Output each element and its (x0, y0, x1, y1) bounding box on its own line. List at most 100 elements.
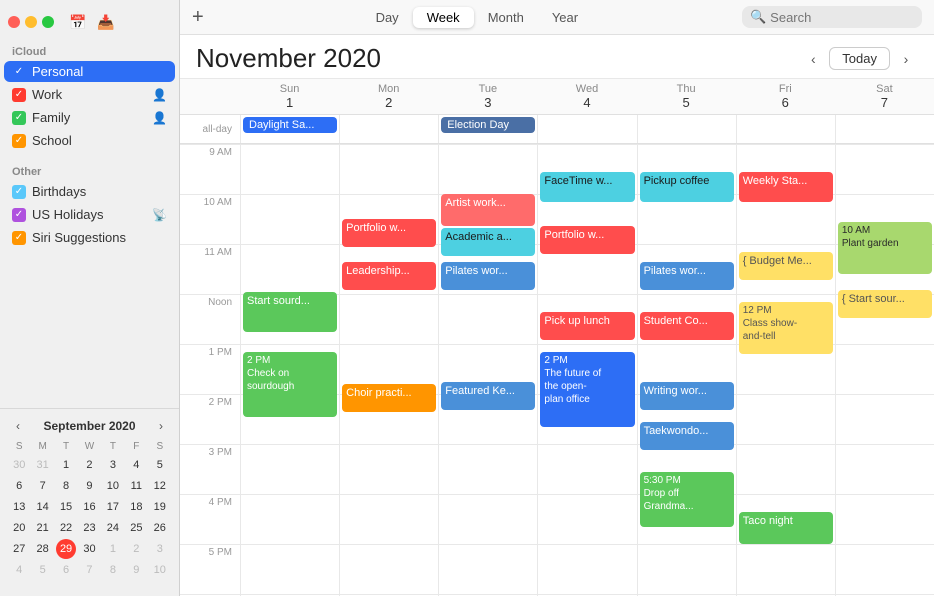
mini-cal-day[interactable]: 9 (79, 476, 99, 496)
mini-cal-day[interactable]: 10 (103, 476, 123, 496)
event-pick-up-lunch[interactable]: Pick up lunch (540, 312, 634, 340)
mini-cal-day[interactable]: 5 (150, 455, 170, 475)
mini-cal-day[interactable]: 12 (150, 476, 170, 496)
event-portfolio-mon[interactable]: Portfolio w... (342, 219, 436, 247)
mini-cal-next[interactable]: › (155, 419, 167, 433)
mini-cal-day[interactable]: 4 (9, 560, 29, 580)
event-start-sour-sat[interactable]: { Start sour... (838, 290, 932, 318)
mini-cal-day[interactable]: 11 (126, 476, 146, 496)
event-plant-garden[interactable]: 10 AMPlant garden (838, 222, 932, 274)
mini-cal-day[interactable]: 18 (126, 497, 146, 517)
search-input[interactable] (770, 10, 914, 25)
event-start-sourdough[interactable]: Start sourd... (243, 292, 337, 332)
event-featured-ke[interactable]: Featured Ke... (441, 382, 535, 410)
mini-cal-day[interactable]: 16 (79, 497, 99, 517)
event-check-sourdough[interactable]: 2 PMCheck onsourdough (243, 352, 337, 417)
sidebar-item-personal[interactable]: ✓ Personal (4, 61, 175, 82)
event-facetime[interactable]: FaceTime w... (540, 172, 634, 202)
mini-cal-day[interactable]: 20 (9, 518, 29, 538)
mini-cal-day[interactable]: 21 (33, 518, 53, 538)
sidebar-item-birthdays[interactable]: ✓ Birthdays (4, 181, 175, 202)
mini-cal-day[interactable]: 14 (33, 497, 53, 517)
tab-week[interactable]: Week (413, 7, 474, 28)
family-checkbox[interactable]: ✓ (12, 111, 26, 125)
mini-cal-day[interactable]: 8 (56, 476, 76, 496)
mini-cal-day[interactable]: 27 (9, 539, 29, 559)
mini-cal-day[interactable]: 7 (33, 476, 53, 496)
mini-cal-day[interactable]: 2 (126, 539, 146, 559)
mini-cal-day[interactable]: 3 (150, 539, 170, 559)
search-box[interactable]: 🔍 (742, 6, 922, 28)
mini-cal-day[interactable]: 8 (103, 560, 123, 580)
work-checkbox[interactable]: ✓ (12, 88, 26, 102)
mini-cal-day[interactable]: 3 (103, 455, 123, 475)
mini-cal-day[interactable]: 5 (33, 560, 53, 580)
event-pilates-thu[interactable]: Pilates wor... (640, 262, 734, 290)
mini-cal-day[interactable]: 23 (79, 518, 99, 538)
mini-cal-day[interactable]: 4 (126, 455, 146, 475)
cal-today-btn[interactable]: Today (829, 47, 890, 70)
mini-cal-day[interactable]: 10 (150, 560, 170, 580)
mini-cal-day[interactable]: 24 (103, 518, 123, 538)
mini-cal-day[interactable]: 13 (9, 497, 29, 517)
cal-next-btn[interactable]: › (894, 47, 918, 71)
calendar-icon[interactable]: 📅 (68, 12, 88, 32)
week-scroll[interactable]: 9 AM 10 AM 11 AM Noon 1 PM 2 PM 3 PM 4 P… (180, 144, 934, 596)
event-portfolio-wed[interactable]: Portfolio w... (540, 226, 634, 254)
event-future-open-plan[interactable]: 2 PMThe future ofthe open-plan office (540, 352, 634, 427)
event-academic[interactable]: Academic a... (441, 228, 535, 256)
mini-cal-day[interactable]: 6 (56, 560, 76, 580)
event-budget-me[interactable]: { Budget Me... (739, 252, 833, 280)
mini-cal-day-today[interactable]: 29 (56, 539, 76, 559)
event-pickup-coffee[interactable]: Pickup coffee (640, 172, 734, 202)
mini-cal-day[interactable]: 1 (56, 455, 76, 475)
mini-cal-day[interactable]: 28 (33, 539, 53, 559)
mini-cal-day[interactable]: 2 (79, 455, 99, 475)
tab-year[interactable]: Year (538, 7, 592, 28)
tab-day[interactable]: Day (362, 7, 413, 28)
mini-cal-day[interactable]: 30 (9, 455, 29, 475)
mini-cal-day[interactable]: 31 (33, 455, 53, 475)
mini-cal-day[interactable]: 19 (150, 497, 170, 517)
mini-cal-day[interactable]: 30 (79, 539, 99, 559)
us-holidays-checkbox[interactable]: ✓ (12, 208, 26, 222)
mini-cal-day[interactable]: 9 (126, 560, 146, 580)
mini-cal-day[interactable]: 15 (56, 497, 76, 517)
mini-cal-day[interactable]: 7 (79, 560, 99, 580)
mini-cal-day[interactable]: 22 (56, 518, 76, 538)
sidebar-item-school[interactable]: ✓ School (4, 130, 175, 151)
minimize-button[interactable] (25, 16, 37, 28)
event-taco-night[interactable]: Taco night (739, 512, 833, 544)
event-drop-off-grandma[interactable]: 5:30 PMDrop offGrandma... (640, 472, 734, 527)
birthdays-checkbox[interactable]: ✓ (12, 185, 26, 199)
mini-cal-day[interactable]: 1 (103, 539, 123, 559)
personal-checkbox[interactable]: ✓ (12, 65, 26, 79)
event-taekwondo[interactable]: Taekwondo... (640, 422, 734, 450)
mini-cal-day[interactable]: 17 (103, 497, 123, 517)
event-class-show[interactable]: 12 PMClass show-and-tell (739, 302, 833, 354)
zoom-button[interactable] (42, 16, 54, 28)
sidebar-item-us-holidays[interactable]: ✓ US Holidays 📡 (4, 204, 175, 225)
mini-cal-day[interactable]: 6 (9, 476, 29, 496)
event-election-day[interactable]: Election Day (441, 117, 535, 133)
event-weekly-sta[interactable]: Weekly Sta... (739, 172, 833, 202)
mini-cal-day[interactable]: 25 (126, 518, 146, 538)
sidebar-item-siri[interactable]: ✓ Siri Suggestions (4, 227, 175, 248)
school-checkbox[interactable]: ✓ (12, 134, 26, 148)
event-writing-wor[interactable]: Writing wor... (640, 382, 734, 410)
event-artist-work[interactable]: Artist work... (441, 194, 535, 226)
mini-cal-prev[interactable]: ‹ (12, 419, 24, 433)
event-pilates-tue[interactable]: Pilates wor... (441, 262, 535, 290)
cal-prev-btn[interactable]: ‹ (801, 47, 825, 71)
tab-month[interactable]: Month (474, 7, 538, 28)
event-leadership[interactable]: Leadership... (342, 262, 436, 290)
inbox-icon[interactable]: 📥 (96, 12, 116, 32)
sidebar-item-work[interactable]: ✓ Work 👤 (4, 84, 175, 105)
add-event-button[interactable]: + (192, 7, 204, 27)
event-daylight-saving[interactable]: Daylight Sa... (243, 117, 337, 133)
siri-checkbox[interactable]: ✓ (12, 231, 26, 245)
sidebar-item-family[interactable]: ✓ Family 👤 (4, 107, 175, 128)
close-button[interactable] (8, 16, 20, 28)
event-choir[interactable]: Choir practi... (342, 384, 436, 412)
event-student-co[interactable]: Student Co... (640, 312, 734, 340)
